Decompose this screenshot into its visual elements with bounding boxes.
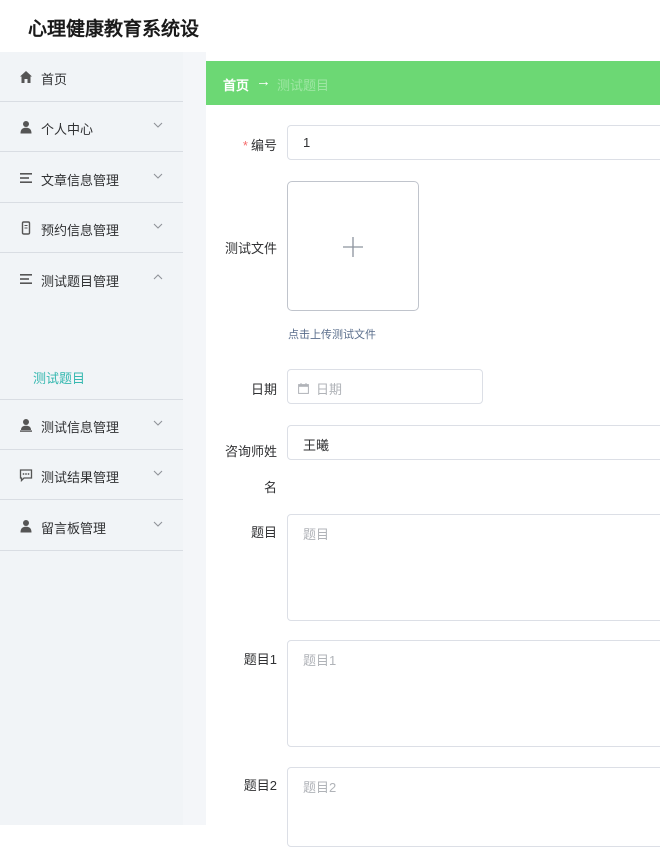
number-label: * 编号 (207, 135, 277, 154)
sidebar-item-label: 测试结果管理 (41, 470, 120, 485)
upload-hint: 点击上传测试文件 (288, 329, 376, 341)
counselor-name-value: 王曦 (303, 438, 330, 453)
user-icon (19, 519, 33, 533)
date-placeholder: 日期 (316, 382, 343, 397)
submenu-label: 测试题目 (33, 371, 86, 386)
sidebar-item-label: 测试信息管理 (41, 420, 120, 435)
top-bar: 心理健康教育系统设 (0, 0, 660, 50)
sidebar-item-appointment-management[interactable]: 预约信息管理 (0, 203, 183, 253)
question2-placeholder: 题目2 (303, 780, 337, 795)
sidebar-item-personal-center[interactable]: 个人中心 (0, 102, 183, 152)
counselor-label-line1: 咨询师姓 (224, 444, 277, 459)
app-title: 心理健康教育系统设 (28, 19, 200, 40)
sidebar-item-test-info-management[interactable]: 测试信息管理 (0, 400, 183, 450)
sidebar-item-home[interactable]: 首页 (0, 52, 183, 102)
chevron-down-icon (153, 223, 163, 229)
breadcrumb: 首页 → 测试题目 (206, 61, 660, 105)
required-star: * (242, 138, 248, 153)
chat-icon (19, 468, 33, 482)
content-gutter (183, 52, 206, 825)
user-icon (19, 120, 33, 134)
sidebar-item-label: 预约信息管理 (41, 223, 120, 238)
breadcrumb-home-link[interactable]: 首页 (223, 75, 249, 94)
counselor-label-line2: 名 (263, 480, 277, 495)
date-label: 日期 (250, 382, 277, 397)
sidebar-item-test-result-management[interactable]: 测试结果管理 (0, 450, 183, 500)
question1-placeholder: 题目1 (303, 653, 337, 668)
list-icon (19, 272, 33, 286)
user-check-icon (19, 418, 33, 432)
home-icon (19, 70, 33, 84)
calendar-icon (298, 381, 309, 394)
number-label-text: 编号 (250, 138, 277, 153)
plus-icon (343, 237, 363, 257)
question1-textarea[interactable]: 题目1 (287, 640, 660, 747)
question2-textarea[interactable]: 题目2 (287, 767, 660, 847)
sidebar-item-message-board-management[interactable]: 留言板管理 (0, 501, 183, 551)
chevron-down-icon (153, 521, 163, 527)
chevron-down-icon (153, 470, 163, 476)
question2-label: 题目2 (243, 778, 277, 793)
counselor-name-input[interactable]: 王曦 (287, 425, 660, 460)
question-placeholder: 题目 (303, 527, 330, 542)
sidebar: 首页 个人中心 文章信息管理 预约信息管理 测试题目管理 测试题目 测试信息管理… (0, 52, 183, 825)
list-icon (19, 171, 33, 185)
sidebar-item-label: 个人中心 (41, 122, 94, 137)
test-file-label: 测试文件 (224, 241, 277, 256)
chevron-down-icon (153, 173, 163, 179)
breadcrumb-separator: → (256, 73, 271, 90)
number-input-value: 1 (303, 135, 311, 150)
sidebar-item-label: 文章信息管理 (41, 173, 120, 188)
chevron-down-icon (153, 122, 163, 128)
sidebar-subitem-test-questions[interactable]: 测试题目 (0, 357, 183, 400)
number-input[interactable]: 1 (287, 125, 660, 160)
counselor-name-label: 咨询师姓 名 (207, 434, 277, 506)
sidebar-item-label: 测试题目管理 (41, 274, 120, 289)
test-file-upload[interactable] (287, 181, 419, 311)
question-textarea[interactable]: 题目 (287, 514, 660, 621)
sidebar-item-label: 留言板管理 (41, 521, 107, 536)
breadcrumb-current: 测试题目 (277, 78, 330, 93)
question-label: 题目 (250, 525, 277, 540)
chevron-down-icon (153, 420, 163, 426)
sidebar-item-article-management[interactable]: 文章信息管理 (0, 153, 183, 203)
sidebar-item-label: 首页 (41, 72, 68, 87)
date-picker[interactable]: 日期 (287, 369, 483, 404)
phone-icon (19, 221, 33, 235)
sidebar-item-test-question-management[interactable]: 测试题目管理 (0, 254, 183, 304)
question1-label: 题目1 (243, 652, 277, 667)
chevron-up-icon (153, 274, 163, 280)
